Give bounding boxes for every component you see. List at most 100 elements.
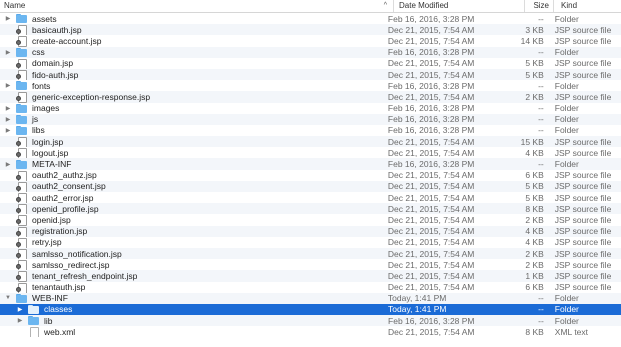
size-cell: --: [538, 114, 544, 125]
kind-cell: JSP source file: [554, 203, 612, 214]
file-row[interactable]: oauth2_authz.jsp Dec 21, 2015, 7:54 AM 6 K…: [0, 170, 621, 181]
folder-row[interactable]: ▶ assets Feb 16, 2016, 3:28 PM -- Folder: [0, 13, 621, 24]
file-row[interactable]: basicauth.jsp Dec 21, 2015, 7:54 AM 3 KB JS…: [0, 24, 621, 36]
name-cell: logout.jsp: [0, 147, 383, 159]
file-name: META-INF: [32, 159, 72, 170]
size-cell: 15 KB: [520, 136, 544, 147]
name-cell: domain.jsp: [0, 58, 383, 69]
size-cell: 14 KB: [520, 35, 544, 46]
file-row[interactable]: oauth2_consent.jsp Dec 21, 2015, 7:54 AM 5…: [0, 180, 621, 192]
file-list: ▶ assets Feb 16, 2016, 3:28 PM -- Folder basi…: [0, 13, 621, 338]
size-cell: 2 KB: [525, 259, 544, 270]
file-row[interactable]: openid_profile.jsp Dec 21, 2015, 7:54 AM 8…: [0, 203, 621, 215]
folder-row[interactable]: ▶ META-INF Feb 16, 2016, 3:28 PM -- Folder: [0, 158, 621, 170]
file-row[interactable]: samlsso_redirect.jsp Dec 21, 2015, 7:54 A…: [0, 259, 621, 271]
column-header-name[interactable]: Name ^: [0, 0, 393, 12]
file-row[interactable]: openid.jsp Dec 21, 2015, 7:54 AM 2 KB JSP s…: [0, 214, 621, 226]
jsp-file-icon: [16, 58, 27, 69]
file-name: openid.jsp: [32, 214, 71, 225]
file-row[interactable]: fido-auth.jsp Dec 21, 2015, 7:54 AM 5 KB JS…: [0, 68, 621, 81]
disclosure-triangle-right-icon[interactable]: ▶: [4, 15, 12, 23]
column-header-kind[interactable]: Kind: [553, 0, 621, 12]
disclosure-triangle-right-icon[interactable]: ▶: [4, 82, 12, 90]
size-cell: 4 KB: [525, 237, 544, 248]
name-cell: samlsso_notification.jsp: [0, 248, 383, 260]
name-cell: registration.jsp: [0, 226, 383, 237]
date-modified-cell: Dec 21, 2015, 7:54 AM: [387, 58, 475, 69]
file-row[interactable]: logout.jsp Dec 21, 2015, 7:54 AM 4 KB JSP s…: [0, 147, 621, 159]
kind-cell: JSP source file: [554, 181, 612, 192]
disclosure-triangle-right-icon[interactable]: ▶: [16, 317, 24, 325]
jsp-file-icon: [16, 282, 27, 293]
column-header-date-modified[interactable]: Date Modified: [393, 0, 524, 12]
name-cell: ▼ WEB-INF: [0, 293, 383, 304]
date-modified-cell: Dec 21, 2015, 7:54 AM: [387, 214, 475, 225]
folder-icon: [16, 81, 27, 91]
folder-row[interactable]: ▼ WEB-INF Today, 1:41 PM -- Folder: [0, 292, 621, 304]
file-row[interactable]: retry.jsp Dec 21, 2015, 7:54 AM 4 KB JSP so…: [0, 237, 621, 248]
file-row[interactable]: registration.jsp Dec 21, 2015, 7:54 AM 4 K…: [0, 225, 621, 237]
kind-cell: JSP source file: [554, 248, 612, 259]
folder-icon: [16, 14, 27, 24]
jsp-file-icon: [16, 249, 27, 260]
date-modified-cell: Feb 16, 2016, 3:28 PM: [387, 114, 475, 125]
disclosure-triangle-right-icon[interactable]: ▶: [16, 305, 24, 313]
file-row[interactable]: samlsso_notification.jsp Dec 21, 2015, 7:…: [0, 247, 621, 260]
date-modified-cell: Dec 21, 2015, 7:54 AM: [387, 192, 475, 203]
date-modified-cell: Dec 21, 2015, 7:54 AM: [387, 203, 475, 214]
folder-row[interactable]: ▶ fonts Feb 16, 2016, 3:28 PM -- Folder: [0, 80, 621, 91]
folder-icon: [16, 114, 27, 124]
name-cell: ▶ images: [0, 103, 383, 114]
file-name: oauth2_consent.jsp: [32, 181, 106, 192]
sort-ascending-icon: ^: [383, 2, 387, 9]
name-cell: retry.jsp: [0, 237, 383, 248]
file-row[interactable]: create-account.jsp Dec 21, 2015, 7:54 AM 1…: [0, 35, 621, 47]
name-cell: ▶ lib: [0, 315, 383, 326]
file-row[interactable]: domain.jsp Dec 21, 2015, 7:54 AM 5 KB JSP s…: [0, 58, 621, 69]
disclosure-triangle-right-icon[interactable]: ▶: [4, 115, 12, 123]
file-row[interactable]: tenantauth.jsp Dec 21, 2015, 7:54 AM 6 KB J…: [0, 282, 621, 293]
kind-cell: Folder: [554, 125, 579, 136]
disclosure-triangle-right-icon[interactable]: ▶: [4, 160, 12, 168]
name-cell: oauth2_authz.jsp: [0, 170, 383, 181]
folder-row[interactable]: ▶ images Feb 16, 2016, 3:28 PM -- Folder: [0, 103, 621, 114]
size-cell: 4 KB: [525, 226, 544, 237]
folder-row[interactable]: ▶ lib Feb 16, 2016, 3:28 PM -- Folder: [0, 315, 621, 327]
column-header-size[interactable]: Size: [524, 0, 553, 12]
file-name: css: [32, 47, 45, 58]
kind-cell: JSP source file: [554, 58, 612, 69]
file-row[interactable]: generic-exception-response.jsp Dec 21, 20…: [0, 91, 621, 103]
name-cell: web.xml: [0, 326, 383, 338]
file-row[interactable]: web.xml Dec 21, 2015, 7:54 AM 8 KB XML text: [0, 326, 621, 338]
date-modified-cell: Feb 16, 2016, 3:28 PM: [387, 159, 475, 170]
kind-cell: JSP source file: [554, 192, 612, 203]
kind-cell: Folder: [554, 159, 579, 170]
disclosure-triangle-right-icon[interactable]: ▶: [4, 126, 12, 134]
size-cell: --: [538, 13, 544, 24]
file-name: tenant_refresh_endpoint.jsp: [32, 270, 138, 281]
folder-row[interactable]: ▶ libs Feb 16, 2016, 3:28 PM -- Folder: [0, 125, 621, 136]
file-name: registration.jsp: [32, 226, 88, 237]
file-name: libs: [32, 125, 45, 136]
folder-row[interactable]: ▶ classes Today, 1:41 PM -- Folder: [0, 303, 621, 316]
file-name: openid_profile.jsp: [32, 203, 99, 214]
jsp-file-icon: [16, 226, 27, 237]
date-modified-cell: Dec 21, 2015, 7:54 AM: [387, 69, 475, 80]
disclosure-triangle-down-icon[interactable]: ▼: [4, 294, 12, 302]
disclosure-triangle-right-icon[interactable]: ▶: [4, 104, 12, 112]
name-cell: ▶ META-INF: [0, 158, 383, 169]
folder-icon: [28, 304, 39, 314]
file-row[interactable]: tenant_refresh_endpoint.jsp Dec 21, 2015,…: [0, 270, 621, 282]
folder-row[interactable]: ▶ js Feb 16, 2016, 3:28 PM -- Folder: [0, 113, 621, 125]
disclosure-triangle-right-icon[interactable]: ▶: [4, 48, 12, 56]
kind-cell: Folder: [554, 304, 579, 315]
file-row[interactable]: oauth2_error.jsp Dec 21, 2015, 7:54 AM 5 K…: [0, 192, 621, 204]
folder-row[interactable]: ▶ css Feb 16, 2016, 3:28 PM -- Folder: [0, 46, 621, 58]
date-modified-cell: Dec 21, 2015, 7:54 AM: [387, 181, 475, 192]
file-name: tenantauth.jsp: [32, 282, 86, 293]
file-row[interactable]: login.jsp Dec 21, 2015, 7:54 AM 15 KB JSP s…: [0, 136, 621, 148]
